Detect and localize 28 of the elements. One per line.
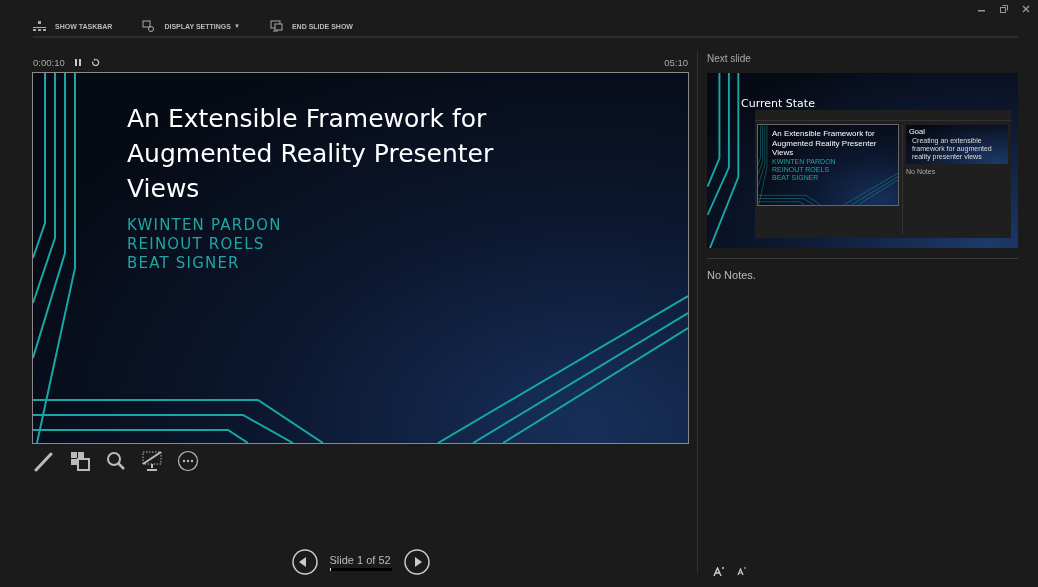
more-icon[interactable] xyxy=(177,450,199,472)
line-pattern-drawing xyxy=(844,172,898,205)
next-icon[interactable] xyxy=(403,549,430,575)
close-icon[interactable] xyxy=(1022,5,1030,13)
next-slide-heading: Next slide xyxy=(707,52,752,66)
pause-icon[interactable] xyxy=(73,57,82,67)
elapsed-time: 0:00:10 xyxy=(33,56,65,68)
slide-title: An Extensible Framework for Augmented Reality Presenter Views xyxy=(127,103,495,205)
slide-counter: Slide 1 of 52 xyxy=(329,553,392,566)
search-icon[interactable] xyxy=(105,450,127,472)
screen-icon[interactable] xyxy=(141,450,163,472)
monitor-gear-icon xyxy=(142,20,156,32)
decrease-font-icon[interactable] xyxy=(737,567,747,576)
monitor-icon xyxy=(269,20,283,32)
slide-title: An Extensible Framework for Augmented Reality Presenter Views xyxy=(772,129,878,158)
author-name: BEAT SIGNER xyxy=(127,254,241,273)
pen-icon[interactable] xyxy=(33,450,55,472)
slides-grid-icon[interactable] xyxy=(69,450,91,472)
notes-text: No Notes. xyxy=(707,268,757,281)
increase-font-icon[interactable] xyxy=(713,567,725,577)
clock-time: 05:10 xyxy=(664,56,688,68)
previous-icon[interactable] xyxy=(291,549,318,575)
restore-icon[interactable] xyxy=(1000,5,1008,13)
author-name: KWINTEN PARDON xyxy=(127,216,282,235)
slide-title: Current State xyxy=(741,97,815,110)
taskbar-icon xyxy=(33,20,46,32)
author-name: REINOUT ROELS xyxy=(127,235,266,254)
restart-icon[interactable] xyxy=(90,57,100,67)
